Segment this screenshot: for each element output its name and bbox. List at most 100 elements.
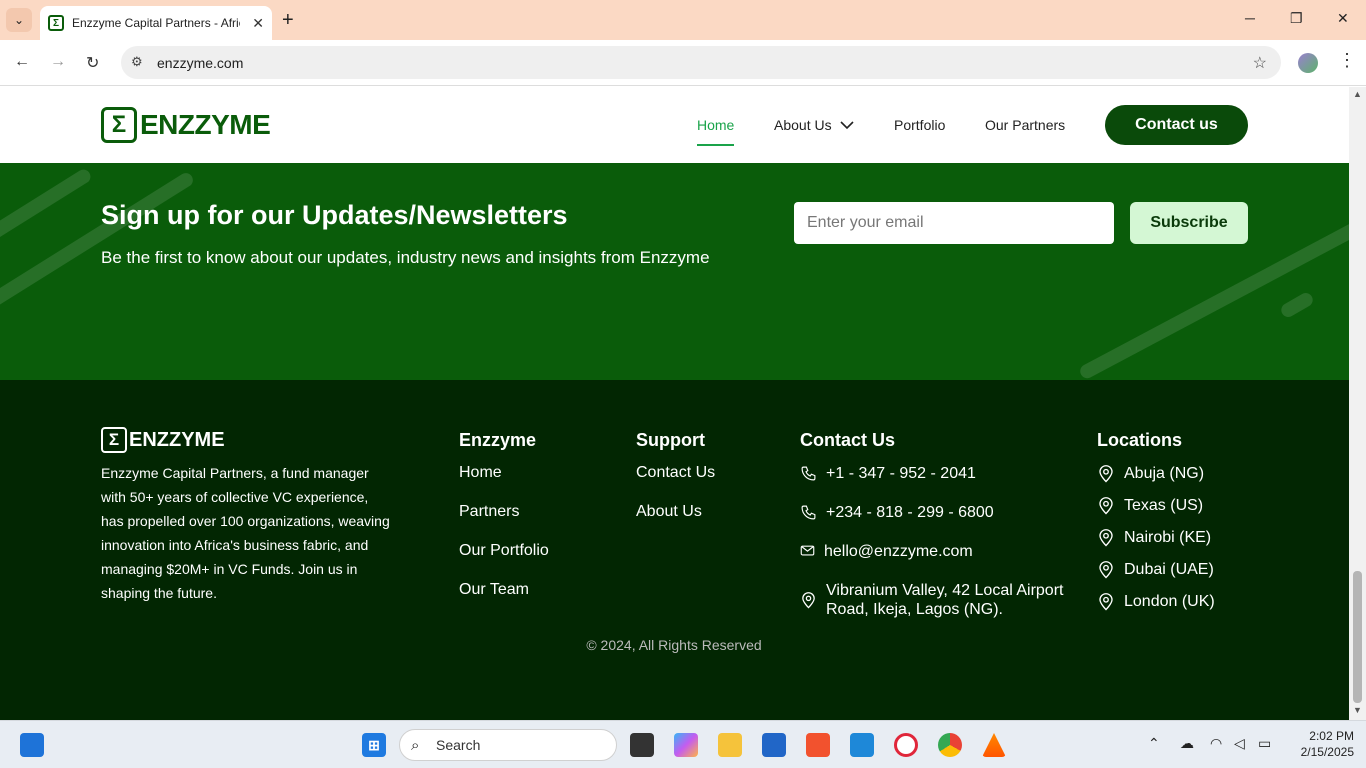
- tab-search-chevron-icon[interactable]: ⌄: [6, 8, 32, 32]
- nav-our-partners[interactable]: Our Partners: [985, 87, 1065, 163]
- address-text: Vibranium Valley, 42 Local Airport Road,…: [826, 582, 1064, 618]
- maximize-icon[interactable]: ❐: [1290, 10, 1303, 27]
- wifi-icon[interactable]: ◠: [1210, 735, 1222, 752]
- profile-avatar[interactable]: [1298, 53, 1318, 73]
- vlc-icon[interactable]: [982, 733, 1006, 757]
- browser-address-bar: ← → ↻ ⚙ enzzyme.com ☆: [0, 40, 1366, 86]
- footer-link-team[interactable]: Our Team: [459, 581, 529, 599]
- location-item: London (UK): [1097, 592, 1215, 611]
- footer-link-contact-us[interactable]: Contact Us: [636, 464, 715, 482]
- email-text: hello@enzzyme.com: [824, 543, 973, 560]
- reload-icon[interactable]: ↻: [86, 53, 99, 73]
- footer-logo-text: ENZZYME: [129, 428, 225, 451]
- subscribe-button[interactable]: Subscribe: [1130, 202, 1248, 244]
- contact-phone-1[interactable]: +1 - 347 - 952 - 2041: [800, 464, 976, 483]
- page-scrollbar[interactable]: ▲ ▼: [1349, 87, 1366, 720]
- clock-time: 2:02 PM: [1309, 729, 1354, 743]
- footer-link-portfolio[interactable]: Our Portfolio: [459, 542, 549, 560]
- footer-description: Enzzyme Capital Partners, a fund manager…: [101, 465, 390, 601]
- taskbar-search-label: Search: [436, 737, 481, 753]
- task-view-icon[interactable]: [630, 733, 654, 757]
- contact-phone-2[interactable]: +234 - 818 - 299 - 6800: [800, 503, 994, 522]
- location-item: Nairobi (KE): [1097, 528, 1211, 547]
- copyright-text: © 2024, All Rights Reserved: [0, 637, 1349, 653]
- minimize-icon[interactable]: ─: [1245, 10, 1255, 26]
- footer-sigma-logo-icon: Σ: [101, 427, 127, 453]
- tab-close-icon[interactable]: ✕: [252, 15, 264, 32]
- location-pin-icon: [1099, 593, 1113, 611]
- location-item: Dubai (UAE): [1097, 560, 1214, 579]
- enzzyme-logo[interactable]: Σ ENZZYME: [101, 107, 271, 143]
- location-text: Abuja (NG): [1124, 465, 1205, 482]
- taskbar-search-box[interactable]: ⌕ Search: [399, 729, 617, 761]
- footer-heading-support: Support: [636, 430, 705, 450]
- chevron-down-icon: [840, 121, 854, 130]
- location-pin-icon: [802, 592, 815, 609]
- browser-tab-bar: ⌄ Σ Enzzyme Capital Partners - Africa ✕ …: [0, 0, 1366, 40]
- bookmark-star-icon[interactable]: ☆: [1253, 53, 1267, 73]
- phone-icon: [801, 505, 816, 520]
- nav-about-label: About Us: [774, 117, 832, 133]
- newsletter-section: Sign up for our Updates/Newsletters Be t…: [0, 163, 1349, 380]
- site-info-icon[interactable]: ⚙: [131, 54, 143, 70]
- email-input[interactable]: [794, 202, 1114, 244]
- brave-browser-icon[interactable]: [806, 733, 830, 757]
- newsletter-title: Sign up for our Updates/Newsletters: [101, 200, 568, 230]
- location-pin-icon: [1099, 497, 1113, 515]
- location-text: Dubai (UAE): [1124, 561, 1214, 578]
- location-text: Texas (US): [1124, 497, 1204, 514]
- clock-date: 2/15/2025: [1300, 745, 1354, 759]
- mail-icon: [800, 545, 815, 556]
- contact-email[interactable]: hello@enzzyme.com: [800, 542, 973, 561]
- volume-icon[interactable]: ◁: [1234, 735, 1245, 752]
- phone-1-text: +1 - 347 - 952 - 2041: [826, 465, 976, 482]
- nav-home[interactable]: Home: [697, 87, 735, 163]
- copyright-label: © 2024, All Rights Reserved: [586, 637, 762, 653]
- file-explorer-icon[interactable]: [718, 733, 742, 757]
- browser-tab[interactable]: Σ Enzzyme Capital Partners - Africa ✕: [40, 6, 272, 40]
- footer-heading-locations: Locations: [1097, 430, 1183, 450]
- location-item: Texas (US): [1097, 496, 1203, 515]
- tab-title: Enzzyme Capital Partners - Africa: [72, 16, 240, 30]
- decorative-stripe: [0, 170, 196, 310]
- window-close-icon[interactable]: ✕: [1337, 10, 1349, 27]
- footer-link-partners[interactable]: Partners: [459, 503, 519, 521]
- url-text[interactable]: enzzyme.com: [157, 55, 243, 71]
- microsoft-store-icon[interactable]: [762, 733, 786, 757]
- forward-arrow-icon[interactable]: →: [50, 53, 66, 71]
- url-omnibox[interactable]: ⚙ enzzyme.com ☆: [121, 46, 1281, 79]
- contact-us-button[interactable]: Contact us: [1105, 105, 1248, 145]
- onedrive-sync-icon[interactable]: ☁: [1180, 735, 1194, 752]
- scrollbar-thumb[interactable]: [1353, 571, 1362, 703]
- site-header: Σ ENZZYME Home About Us Portfolio Our Pa…: [0, 87, 1349, 163]
- system-clock[interactable]: 2:02 PM 2/15/2025: [1284, 728, 1354, 760]
- browser-menu-icon[interactable]: ⋮: [1338, 50, 1356, 71]
- location-pin-icon: [1099, 529, 1113, 547]
- opera-browser-icon[interactable]: [894, 733, 918, 757]
- location-pin-icon: [1099, 561, 1113, 579]
- tray-chevron-up-icon[interactable]: ⌃: [1148, 735, 1160, 752]
- location-pin-icon: [1099, 465, 1113, 483]
- footer-link-home[interactable]: Home: [459, 464, 502, 482]
- footer-link-about-us[interactable]: About Us: [636, 503, 702, 521]
- nav-about-us[interactable]: About Us: [774, 87, 854, 163]
- location-item: Abuja (NG): [1097, 464, 1204, 483]
- widgets-icon[interactable]: [20, 733, 44, 757]
- back-arrow-icon[interactable]: ←: [14, 53, 30, 71]
- new-tab-plus-icon[interactable]: +: [282, 9, 294, 32]
- scroll-up-arrow-icon[interactable]: ▲: [1353, 89, 1362, 99]
- phone-icon: [801, 466, 816, 481]
- nav-portfolio[interactable]: Portfolio: [894, 87, 945, 163]
- site-footer: Σ ENZZYME Enzzyme Capital Partners, a fu…: [0, 380, 1349, 720]
- battery-icon[interactable]: ▭: [1258, 735, 1271, 752]
- vscode-icon[interactable]: [850, 733, 874, 757]
- copilot-icon[interactable]: [674, 733, 698, 757]
- footer-heading-contact: Contact Us: [800, 430, 896, 450]
- scroll-down-arrow-icon[interactable]: ▼: [1353, 705, 1362, 715]
- windows-start-icon[interactable]: ⊞: [362, 733, 386, 757]
- footer-logo[interactable]: Σ ENZZYME: [101, 427, 225, 453]
- search-icon: ⌕: [411, 737, 420, 754]
- page-viewport: Σ ENZZYME Home About Us Portfolio Our Pa…: [0, 87, 1349, 720]
- phone-2-text: +234 - 818 - 299 - 6800: [826, 504, 994, 521]
- chrome-icon[interactable]: [938, 733, 962, 757]
